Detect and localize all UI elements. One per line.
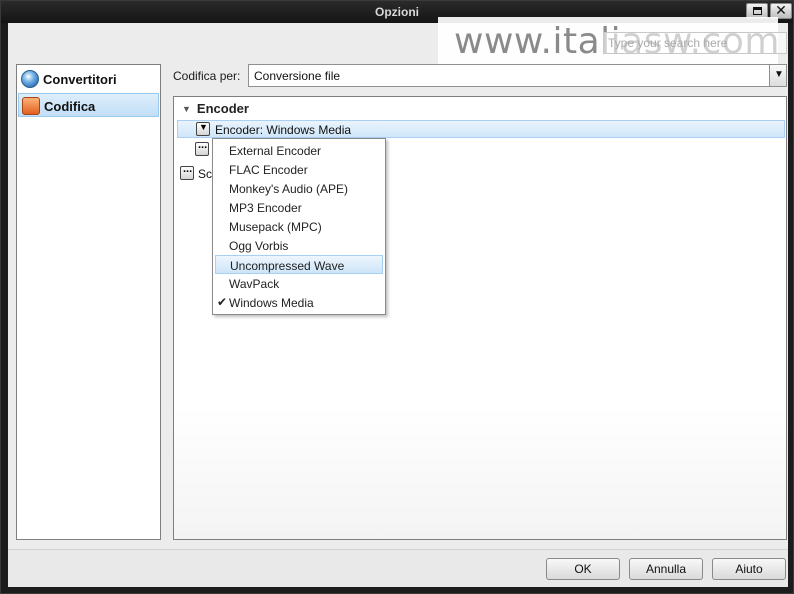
menu-item-label: FLAC Encoder [229,163,308,177]
menu-item-monkeys-audio[interactable]: Monkey's Audio (APE) [215,179,383,198]
output-settings-button[interactable]: ... [180,163,194,180]
nav-item-convertitori[interactable]: Convertitori [18,67,159,91]
menu-item-wavpack[interactable]: WavPack [215,274,383,293]
menu-item-label: Musepack (MPC) [229,220,322,234]
menu-item-label: Uncompressed Wave [230,259,345,273]
nav-item-label: Convertitori [43,72,117,87]
nav-item-label: Codifica [44,99,96,114]
menu-item-label: External Encoder [229,144,322,158]
menu-item-ogg-vorbis[interactable]: Ogg Vorbis [215,236,383,255]
encoder-settings-button[interactable]: ... [195,139,209,156]
encoder-section-title: Encoder [196,101,249,116]
checkmark-icon: ✔ [217,295,228,309]
menu-item-label: Ogg Vorbis [229,239,289,253]
menu-item-mp3-encoder[interactable]: MP3 Encoder [215,198,383,217]
encoder-dropdown-button[interactable]: ▼ [196,122,210,136]
search-input[interactable] [603,32,787,54]
menu-item-label: Monkey's Audio (APE) [229,182,349,196]
menu-item-musepack[interactable]: Musepack (MPC) [215,217,383,236]
encoder-row[interactable]: ▼ Encoder: Windows Media [177,120,785,138]
nav-item-codifica[interactable]: Codifica [18,93,159,117]
encoder-section-header[interactable]: ▼ Encoder [182,101,249,116]
menu-item-label: MP3 Encoder [229,201,302,215]
collapse-triangle-icon: ▼ [182,104,191,114]
wave-icon [22,97,40,115]
ellipsis-icon: ... [198,139,208,151]
chevron-down-icon: ▼ [774,69,784,80]
options-window: Opzioni ✕ www.italiasw.com Convertitori … [0,0,794,594]
codifica-select-value: Conversione file [254,69,341,83]
menu-item-external-encoder[interactable]: External Encoder [215,141,383,160]
globe-icon [21,70,39,88]
ellipsis-icon: ... [183,163,193,175]
menu-item-uncompressed-wave[interactable]: Uncompressed Wave [215,255,383,274]
encoder-row-label: Encoder: Windows Media [215,123,352,137]
category-list: Convertitori Codifica [16,64,161,540]
codifica-label: Codifica per: [173,69,241,83]
menu-item-windows-media[interactable]: ✔ Windows Media [215,293,383,312]
ok-button[interactable]: OK [546,558,620,580]
menu-item-flac-encoder[interactable]: FLAC Encoder [215,160,383,179]
menu-item-label: WavPack [229,277,280,291]
help-button[interactable]: Aiuto [712,558,786,580]
maximize-icon [753,7,762,15]
chevron-down-icon: ▼ [199,122,208,132]
select-dropdown-button[interactable]: ▼ [769,65,786,86]
codifica-select[interactable]: Conversione file ▼ [248,64,787,87]
encoder-menu: External Encoder FLAC Encoder Monkey's A… [212,138,386,315]
menu-item-label: Windows Media [229,296,314,310]
cancel-button[interactable]: Annulla [629,558,703,580]
